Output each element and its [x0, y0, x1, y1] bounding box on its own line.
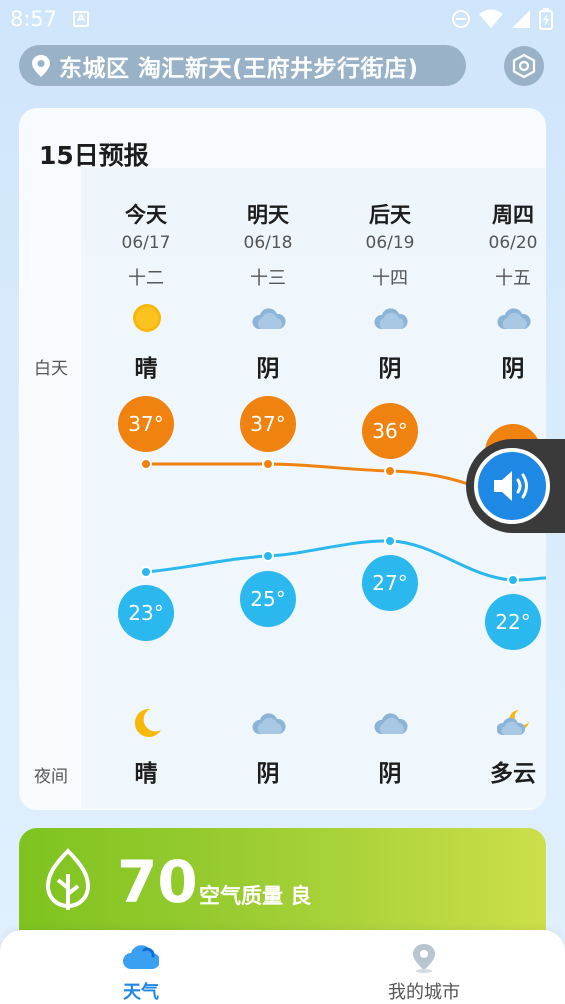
low-temp-3: 22°: [485, 594, 541, 650]
night-weather: 晴: [134, 761, 158, 787]
low-point-1: [262, 550, 274, 562]
notification-a-icon: A: [73, 11, 89, 27]
nav-label-weather: 天气: [123, 982, 159, 1003]
high-temp-1: 37°: [240, 396, 296, 452]
aqi-label: 空气质量 良: [199, 884, 312, 908]
aqi-value: 70: [117, 848, 198, 916]
low-temp-1: 25°: [240, 571, 296, 627]
sun-icon: [133, 304, 161, 332]
day-lunar: 十四: [372, 268, 408, 289]
high-point-1: [262, 458, 274, 470]
low-temp-0: 23°: [118, 585, 174, 641]
day-weather: 阴: [256, 356, 280, 382]
location-selector[interactable]: 东城区 淘汇新天(王府井步行街店): [19, 45, 466, 86]
day-date: 06/20: [488, 233, 538, 253]
partly-cloudy-night-icon: [497, 710, 529, 735]
dnd-icon: [452, 10, 470, 28]
voice-broadcast-button[interactable]: [474, 448, 550, 524]
day-date: 06/19: [365, 233, 415, 253]
location-text: 东城区 淘汇新天(王府井步行街店): [59, 55, 419, 82]
high-point-2: [384, 465, 396, 477]
signal-icon: [512, 10, 530, 28]
high-temp-2: 36°: [362, 403, 418, 459]
day-name: 周四: [492, 203, 534, 227]
night-weather: 阴: [256, 761, 280, 787]
location-pin-icon: [32, 54, 50, 77]
nav-label-my-cities: 我的城市: [388, 982, 460, 1003]
cloud-icon: [252, 713, 286, 734]
leaf-icon: [45, 848, 91, 910]
high-temp-line: [146, 462, 480, 490]
night-weather: 多云: [490, 761, 536, 787]
status-time: 8:57: [10, 7, 58, 31]
day-weather: 阴: [501, 356, 525, 382]
day-weather: 晴: [134, 356, 158, 382]
status-icons: [451, 8, 553, 30]
low-point-3: [507, 574, 519, 586]
bottom-navigation: 天气 我的城市: [0, 930, 565, 1004]
day-date: 06/18: [243, 233, 293, 253]
speaker-icon: [494, 471, 528, 501]
day-lunar: 十三: [250, 268, 286, 289]
high-temp-0: 37°: [118, 396, 174, 452]
settings-button[interactable]: [504, 46, 544, 86]
cloud-icon: [374, 713, 408, 734]
day-name: 今天: [125, 203, 167, 227]
low-point-2: [384, 535, 396, 547]
day-weather: 阴: [378, 356, 402, 382]
weather-tab-icon: [123, 945, 159, 969]
low-temp-line: [145, 539, 546, 582]
day-lunar: 十二: [128, 268, 164, 289]
cloud-icon: [252, 308, 286, 329]
day-name: 明天: [247, 203, 289, 227]
low-point-0: [140, 566, 152, 578]
night-weather: 阴: [378, 761, 402, 787]
cloud-icon: [374, 308, 408, 329]
voice-broadcast-tab[interactable]: [466, 439, 565, 533]
battery-icon: [539, 8, 553, 30]
cloud-icon: [497, 308, 531, 329]
moon-icon: [134, 708, 161, 737]
day-name: 后天: [369, 203, 411, 227]
wifi-icon: [479, 9, 503, 28]
high-point-0: [140, 458, 152, 470]
my-cities-tab-icon: [413, 944, 435, 973]
day-lunar: 十五: [495, 268, 531, 289]
settings-hex-icon: [512, 53, 536, 79]
low-temp-2: 27°: [362, 555, 418, 611]
forecast-card: 15日预报 白天 夜间 今天 06/17 十二 晴 晴 37° 23° 明天 0…: [19, 108, 546, 810]
day-date: 06/17: [121, 233, 171, 253]
status-bar: 8:57 A: [0, 0, 565, 38]
